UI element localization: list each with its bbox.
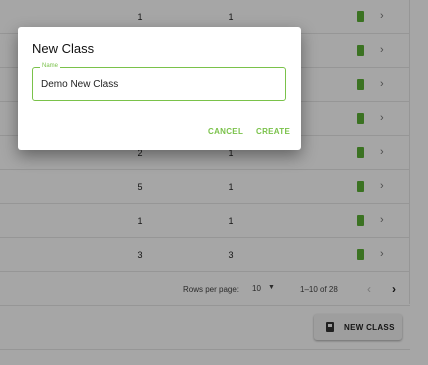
- new-class-dialog: New Class Name CANCEL CREATE: [18, 27, 301, 150]
- name-field[interactable]: Name: [32, 63, 286, 101]
- name-input[interactable]: [41, 76, 277, 92]
- name-field-label: Name: [40, 63, 61, 69]
- dialog-title: New Class: [32, 41, 95, 56]
- create-button[interactable]: CREATE: [256, 127, 290, 136]
- cancel-button[interactable]: CANCEL: [208, 127, 243, 136]
